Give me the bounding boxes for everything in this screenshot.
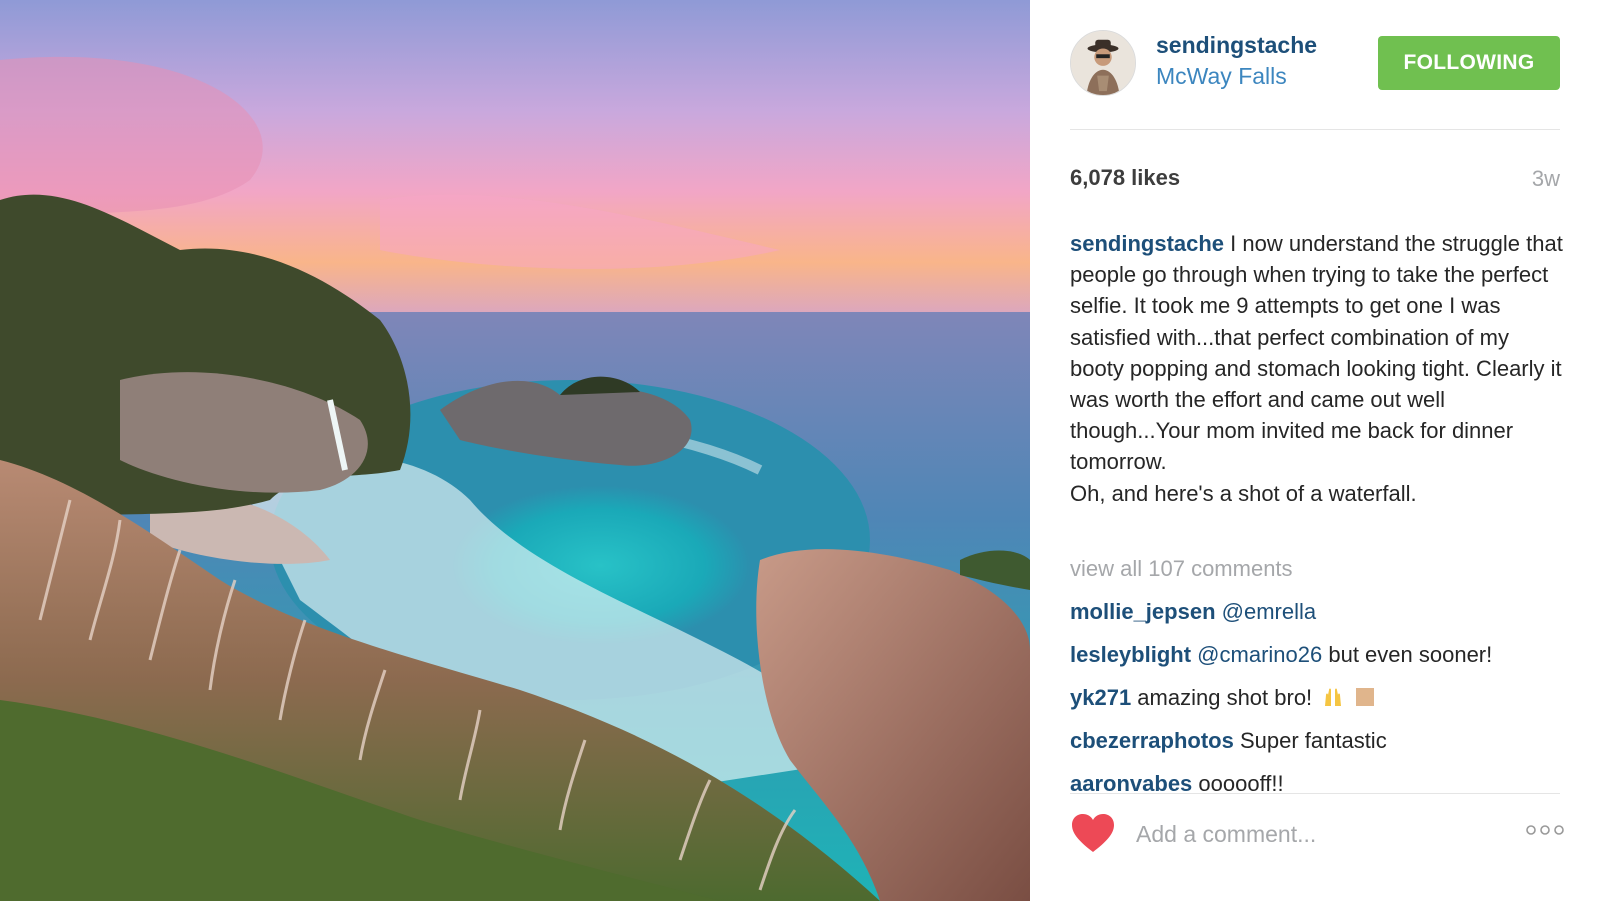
comment-text: amazing shot bro! (1131, 685, 1313, 710)
post-caption: sendingstache I now understand the strug… (1070, 228, 1565, 509)
comments-list[interactable]: mollie_jepsen @emrella lesleyblight @cma… (1070, 598, 1565, 793)
following-button[interactable]: FOLLOWING (1378, 36, 1560, 90)
comment-item: yk271 amazing shot bro! (1070, 684, 1565, 727)
landscape-image (0, 0, 1030, 901)
post-age[interactable]: 3w (1532, 166, 1560, 192)
comment-username[interactable]: lesleyblight (1070, 642, 1191, 667)
add-comment-input[interactable] (1136, 814, 1496, 854)
post-username[interactable]: sendingstache (1156, 32, 1317, 59)
likes-count[interactable]: 6,078 likes (1070, 165, 1180, 191)
heart-icon[interactable] (1070, 812, 1116, 854)
post-location[interactable]: McWay Falls (1156, 63, 1287, 90)
avatar[interactable] (1070, 30, 1136, 96)
caption-author[interactable]: sendingstache (1070, 231, 1224, 256)
comment-username[interactable]: cbezerraphotos (1070, 728, 1234, 753)
comment-bar (1070, 808, 1565, 868)
post-photo[interactable] (0, 0, 1030, 901)
comment-username[interactable]: mollie_jepsen (1070, 599, 1216, 624)
comment-item: cbezerraphotos Super fantastic (1070, 727, 1565, 770)
comment-item: aaronvabes oooooff!! (1070, 770, 1565, 793)
avatar-image (1071, 31, 1135, 95)
footer-divider (1070, 793, 1560, 794)
comment-mention[interactable]: @emrella (1222, 599, 1316, 624)
comment-text: oooooff!! (1192, 771, 1284, 793)
raised-hands-emoji-icon (1325, 688, 1342, 706)
comment-item: mollie_jepsen @emrella (1070, 598, 1565, 641)
header-divider (1070, 129, 1560, 130)
comment-text: Super fantastic (1233, 728, 1387, 753)
view-all-comments-link[interactable]: view all 107 comments (1070, 556, 1293, 582)
comment-username[interactable]: aaronvabes (1070, 771, 1192, 793)
comment-item: lesleyblight @cmarino26 but even sooner! (1070, 641, 1565, 684)
comment-text: but even sooner! (1322, 642, 1493, 667)
post-header: sendingstache McWay Falls FOLLOWING (1070, 28, 1570, 100)
caption-text: I now understand the struggle that peopl… (1070, 231, 1563, 506)
more-options-icon[interactable] (1525, 820, 1565, 840)
post-details-panel: sendingstache McWay Falls FOLLOWING 6,07… (1030, 0, 1600, 901)
skin-tone-emoji-icon (1356, 688, 1375, 706)
comment-mention[interactable]: @cmarino26 (1197, 642, 1322, 667)
comment-username[interactable]: yk271 (1070, 685, 1131, 710)
